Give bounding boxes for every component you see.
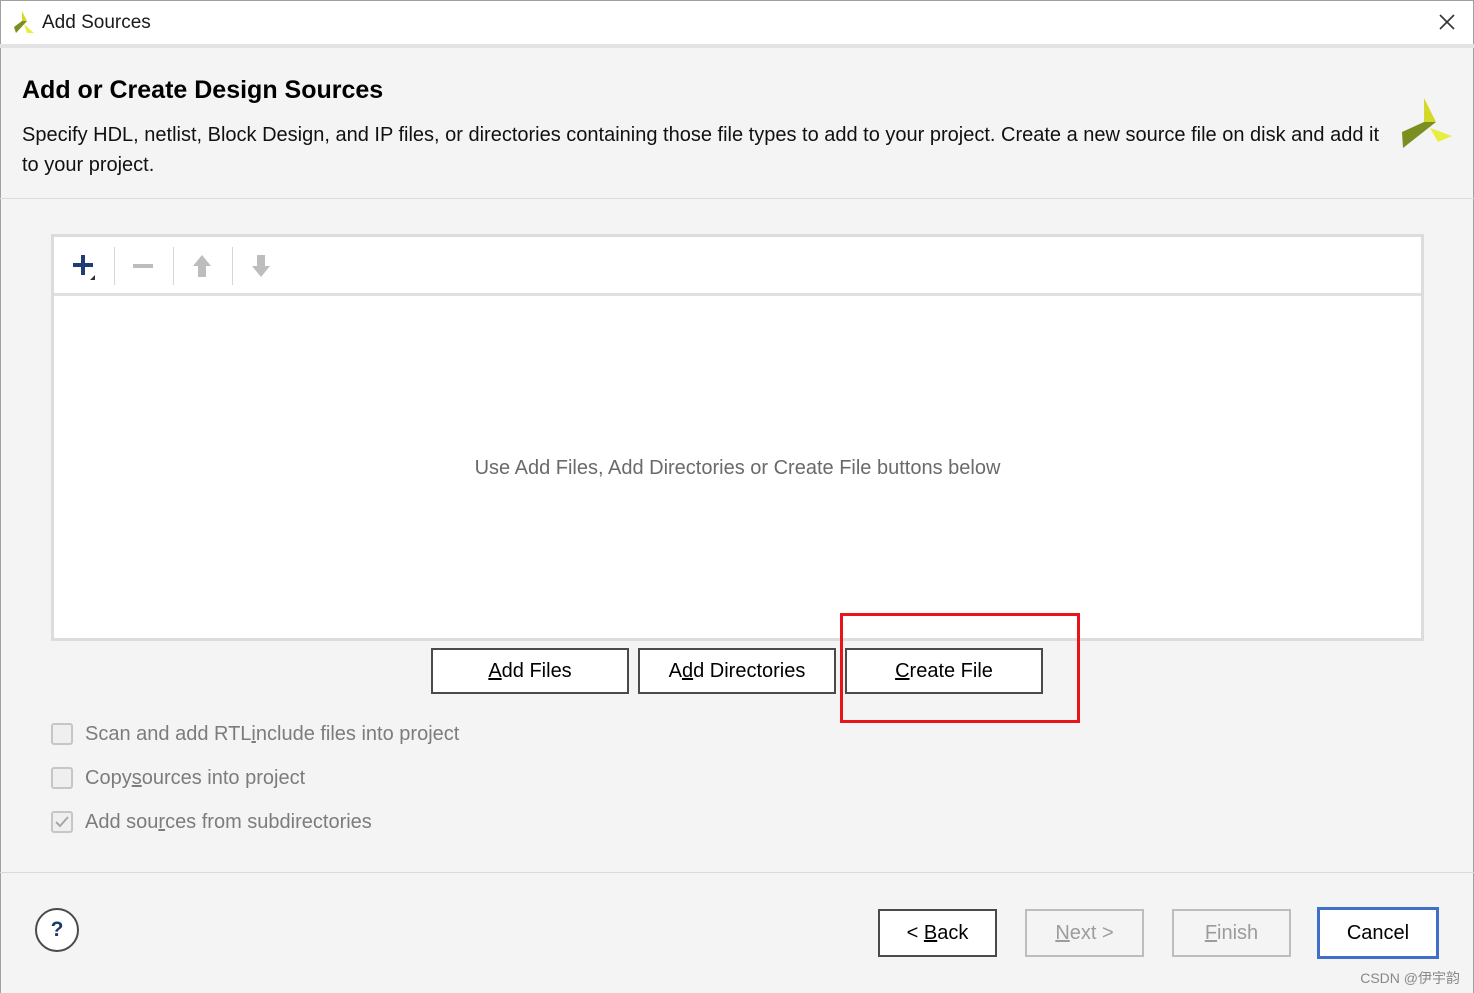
toolbar-divider [173,247,174,285]
help-icon: ? [50,918,64,941]
page-title: Add or Create Design Sources [22,76,384,104]
next-button[interactable]: Next > [1025,909,1144,957]
copy-sources-option[interactable]: Copy s ources into project [51,764,305,792]
title-bar: Add Sources [0,0,1474,45]
mnemonic-key: B [923,921,938,944]
button-label: ack [937,921,969,944]
mnemonic-key: N [1055,921,1070,944]
empty-list-message: Use Add Files, Add Directories or Create… [474,457,1001,479]
mnemonic-key: s [131,766,142,789]
create-file-button[interactable]: Create File [845,648,1043,694]
mnemonic-key: F [1204,921,1218,944]
button-label: inish [1217,921,1259,944]
window-title: Add Sources [42,12,151,33]
mnemonic-key: d [681,659,694,682]
sources-panel: Use Add Files, Add Directories or Create… [51,234,1424,641]
option-label: nclude files into project [255,722,460,745]
vivado-logo-icon [1400,96,1454,150]
button-label: A [668,659,682,682]
option-label: Copy [85,766,132,789]
page-description: Specify HDL, netlist, Block Design, and … [22,124,1380,176]
help-button[interactable]: ? [35,908,79,952]
option-label: Scan and add RTL [85,722,252,745]
add-files-button[interactable]: Add Files [431,648,629,694]
add-subdirectories-checkbox[interactable] [51,811,73,833]
arrow-down-icon[interactable] [239,245,283,287]
button-label: d Directories [693,659,806,682]
button-label: dd Files [501,659,572,682]
button-label: ext > [1069,921,1114,944]
cancel-button[interactable]: Cancel [1317,907,1439,959]
finish-button[interactable]: Finish [1172,909,1291,957]
watermark: CSDN @伊宇韵 [1360,970,1460,986]
mnemonic-key: A [488,659,502,682]
toolbar-divider [114,247,115,285]
scan-rtl-checkbox[interactable] [51,723,73,745]
toolbar-divider [232,247,233,285]
mnemonic-key: C [895,659,910,682]
scan-rtl-option[interactable]: Scan and add RTL i nclude files into proj… [51,720,459,748]
button-label: < [906,921,924,944]
button-label: reate File [909,659,993,682]
close-icon[interactable] [1435,10,1459,34]
plus-dropdown-icon[interactable] [62,245,106,287]
back-button[interactable]: < Back [878,909,997,957]
header-separator [0,198,1474,199]
mnemonic-key: r [158,810,166,833]
minus-icon[interactable] [121,245,165,287]
footer-separator [0,872,1474,873]
sources-toolbar [54,237,1421,293]
option-label: Add sou [85,810,159,833]
window-border-left [0,0,1,993]
option-label: ces from subdirectories [165,810,372,833]
title-separator [0,44,1474,48]
option-label: ources into project [141,766,306,789]
add-subdirectories-option[interactable]: Add sou r ces from subdirectories [51,808,372,836]
add-directories-button[interactable]: Add Directories [638,648,836,694]
copy-sources-checkbox[interactable] [51,767,73,789]
checkmark-icon [55,816,69,828]
arrow-up-icon[interactable] [180,245,224,287]
vivado-logo-icon [11,10,35,34]
toolbar-separator [54,293,1421,296]
